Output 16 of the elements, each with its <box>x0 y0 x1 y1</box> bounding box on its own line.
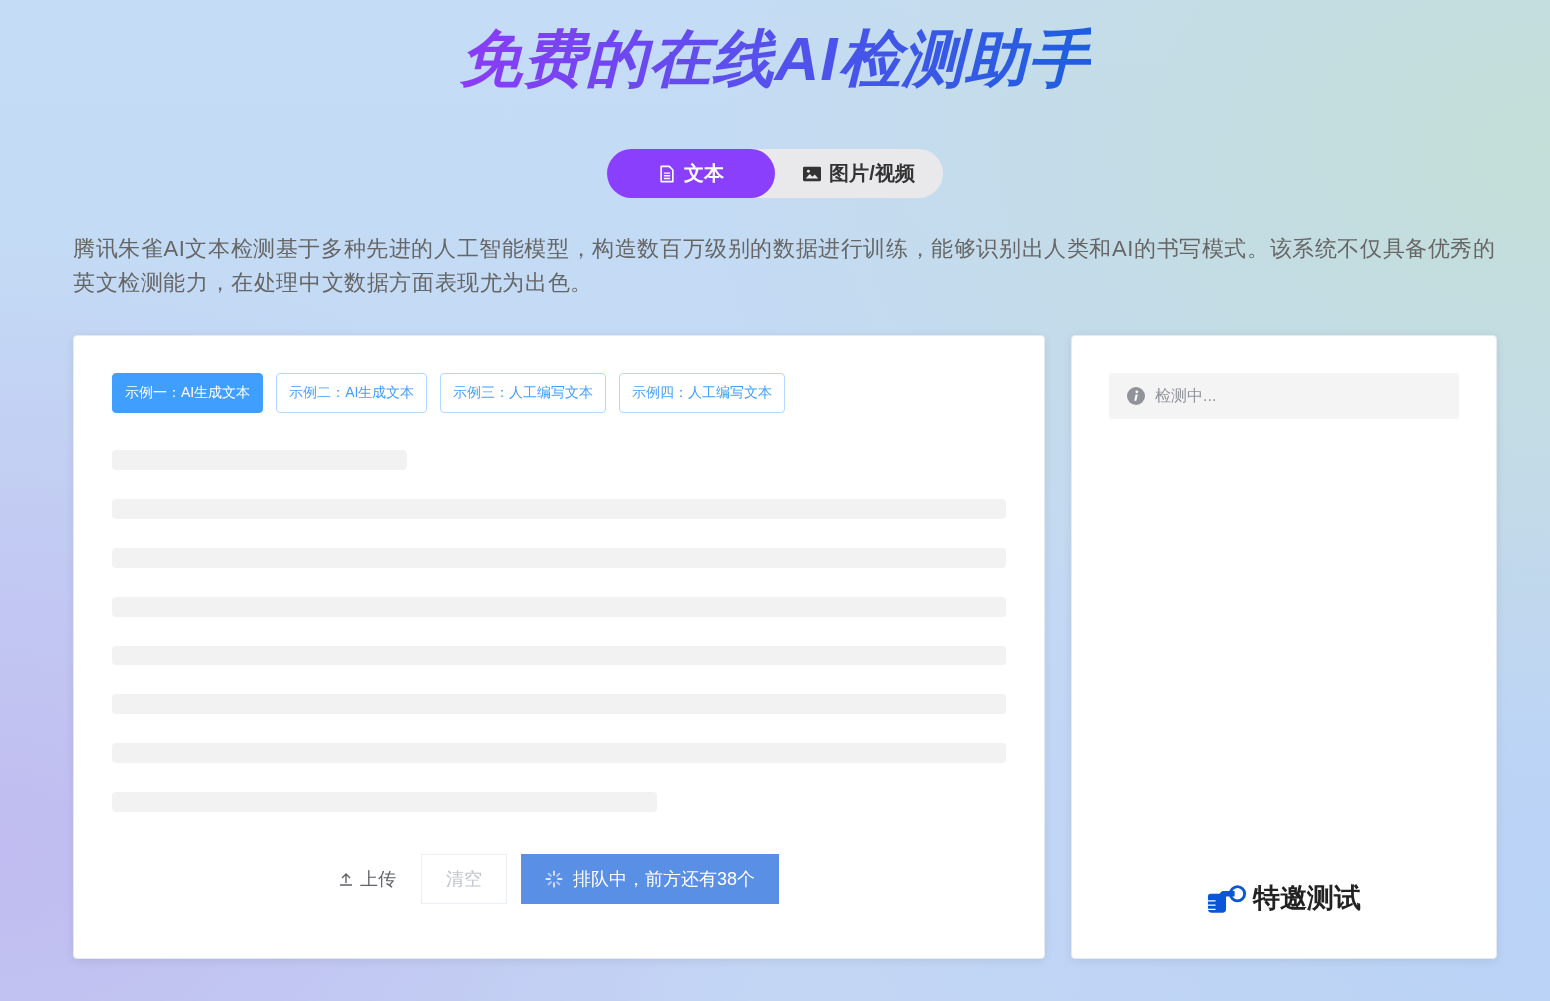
mode-tab[interactable]: 图片/视频 <box>775 149 943 198</box>
description-text: 腾讯朱雀AI文本检测基于多种先进的人工智能模型，构造数百万级别的数据进行训练，能够识别出人类和AI的书写模式。该系统不仅具备优秀的英文检测能力，在处理中文数据方面表现尤为出色。 <box>73 235 1497 297</box>
upload-button[interactable]: 上传 <box>339 854 396 904</box>
example-tab[interactable]: 示例一：AI生成文本 <box>112 373 264 413</box>
mode-tab[interactable]: 文本 <box>607 149 775 198</box>
document-icon <box>658 164 676 183</box>
example-tab[interactable]: 示例四：人工编写文本 <box>619 373 786 413</box>
example-tab[interactable]: 示例三：人工编写文本 <box>440 373 607 413</box>
info-icon <box>1127 387 1145 405</box>
image-icon <box>803 164 822 183</box>
invite-test-link[interactable]: 特邀测试 <box>1207 880 1361 916</box>
status-text: 检测中... <box>1155 385 1217 406</box>
upload-icon <box>339 872 353 886</box>
queue-button[interactable]: 排队中，前方还有38个 <box>521 854 779 904</box>
example-tab[interactable]: 示例二：AI生成文本 <box>276 373 428 413</box>
pointing-hand-icon <box>1207 882 1247 914</box>
